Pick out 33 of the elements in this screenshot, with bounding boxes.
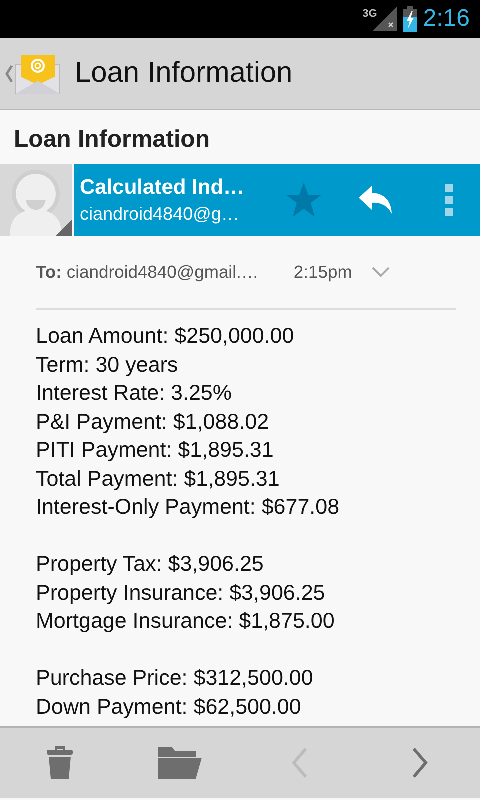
email-envelope-icon [15,52,61,94]
reply-icon [358,185,394,215]
body-text-line: P&I Payment: $1,088.02 [36,408,270,436]
body-text-line: Loan Amount: $250,000.00 [36,323,294,350]
expand-details-button[interactable] [372,264,390,280]
chevron-down-icon [372,266,390,276]
star-icon [285,182,323,218]
body-text-line: Down Payment: $62,500.00 [36,694,302,720]
body-text-line: Interest-Only Payment: $677.08 [36,494,340,521]
message-subject: Loan Information [13,125,211,155]
back-caret-icon [5,64,13,82]
body-text-line: Property Tax: $3,906.25 [36,551,264,578]
recipient-label: To: [36,262,62,282]
sender-address: ciandroid4840@g… [80,204,240,224]
body-text-line: Total Payment: $1,895.31 [36,466,280,492]
body-text-line: Property Insurance: $3,906.25 [36,580,326,606]
screen-title: Loan Information [75,57,293,90]
folder-icon [158,747,202,779]
message-time: 2:15pm [294,262,352,282]
body-text-line: Mortgage Insurance: $1,875.00 [36,608,335,635]
sender-name: Calculated Ind… [80,176,246,200]
chevron-right-icon [412,748,428,778]
trash-icon [47,746,73,780]
battery-charging-icon [403,6,418,32]
body-text-line: Term: 30 years [36,352,178,378]
clock-time: 2:16 [423,5,470,33]
body-text-line: Interest Rate: 3.25% [36,380,232,407]
recipient-address: ciandroid4840@gmail.… [66,262,260,282]
body-text-line: PITI Payment: $1,895.31 [36,437,274,464]
body-text-line: Purchase Price: $312,500.00 [36,665,314,692]
more-dots-icon [445,184,453,216]
chevron-left-icon [292,748,308,778]
network-type: 3G [362,8,378,20]
